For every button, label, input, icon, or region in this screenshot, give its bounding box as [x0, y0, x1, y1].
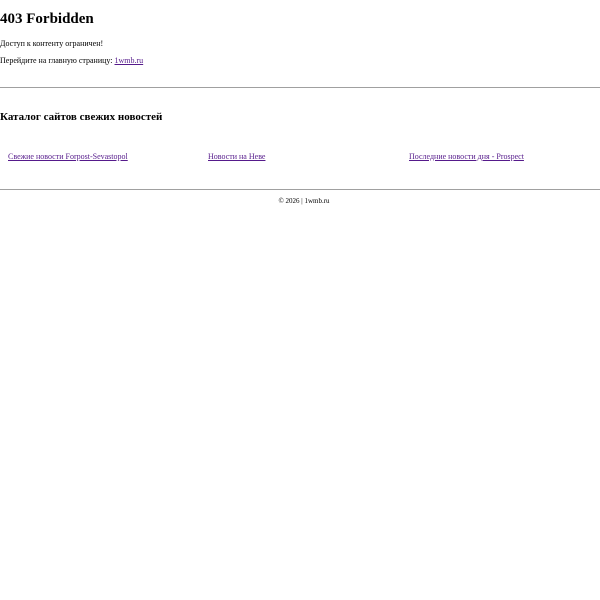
- page-title: 403 Forbidden: [0, 11, 94, 27]
- catalog-link-novosti-na-neve[interactable]: Новости на Неве: [208, 152, 265, 162]
- goto-home-message: Перейдите на главную страницу: 1wmb.ru: [0, 56, 143, 66]
- bottom-divider: [0, 189, 600, 190]
- catalog-link-prospect[interactable]: Последние новости дня - Prospect: [409, 152, 524, 162]
- goto-home-prefix: Перейдите на главную страницу:: [0, 56, 113, 65]
- top-divider: [0, 87, 600, 88]
- footer-separator: |: [301, 197, 303, 205]
- footer: © 2026 | 1wmb.ru: [0, 197, 600, 206]
- footer-site: 1wmb.ru: [304, 197, 330, 205]
- catalog-link-forpost-sevastopol[interactable]: Свежие новости Forpost-Sevastopol: [8, 152, 128, 162]
- footer-copyright: © 2026: [278, 197, 300, 205]
- home-page-link[interactable]: 1wmb.ru: [115, 56, 144, 65]
- catalog-title: Каталог сайтов свежих новостей: [0, 111, 163, 123]
- catalog-links: Свежие новости Forpost-Sevastopol Новост…: [0, 152, 600, 162]
- access-message: Доступ к контенту ограничен!: [0, 39, 104, 48]
- error-page: 403 Forbidden Доступ к контенту ограниче…: [0, 0, 600, 600]
